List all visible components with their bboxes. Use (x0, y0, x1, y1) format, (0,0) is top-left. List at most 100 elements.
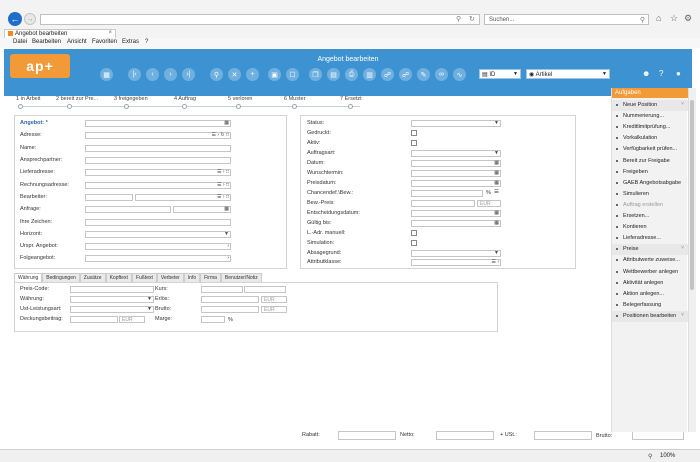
auftragsart-select[interactable]: ▼ (411, 150, 501, 157)
grid-view-button[interactable]: ▦ (100, 68, 113, 81)
simulation-checkbox[interactable] (411, 240, 417, 246)
document-button[interactable]: ▤ (327, 68, 340, 81)
grid-icon[interactable]: ▦ (224, 120, 229, 126)
folgeangebot-field[interactable]: › (85, 255, 231, 262)
attachments-button[interactable]: ☍ (399, 68, 412, 81)
chancendef-field[interactable] (411, 190, 483, 197)
anfrage-field[interactable] (85, 206, 171, 213)
tab-verbeter[interactable]: Verbeter (156, 273, 184, 282)
angebot-field[interactable]: ▦ (85, 120, 231, 127)
zoom-level[interactable]: 100% (660, 453, 675, 459)
search-icon[interactable]: ⚲ (640, 16, 645, 24)
sidebar-item[interactable]: GAEB Angebotsabgabe (612, 178, 688, 189)
next-record-button[interactable]: › (164, 68, 177, 81)
horizont-select[interactable]: ▼ (85, 231, 231, 238)
calendar-icon[interactable]: ▦ (494, 160, 499, 166)
print-button[interactable]: ⎙ (345, 68, 358, 81)
bearbeiter-field[interactable] (85, 194, 133, 201)
copy-button[interactable]: ❐ (309, 68, 322, 81)
menu-extras[interactable]: Extras (122, 39, 139, 45)
tab-bedingungen[interactable]: Bedingungen (42, 273, 80, 282)
calendar-icon[interactable]: ▦ (494, 170, 499, 176)
sidebar-item[interactable]: Belegerfassung (612, 300, 688, 311)
preisdatum-field[interactable]: ▦ (411, 180, 501, 187)
calendar-icon[interactable]: ▦ (494, 220, 499, 226)
back-button[interactable]: ← (8, 12, 22, 26)
entscheidungsdatum-field[interactable]: ▦ (411, 210, 501, 217)
attributklasse-field[interactable]: ☰ › (411, 259, 501, 266)
tab-zusaetze[interactable]: Zusätze (79, 273, 106, 282)
step-dot[interactable] (18, 104, 23, 109)
sidebar-item[interactable]: Freigeben (612, 167, 688, 178)
sidebar-item[interactable]: Bereit zur Freigabe (612, 156, 688, 167)
search-input[interactable]: Suchen... ⚲ (484, 14, 649, 25)
menu-datei[interactable]: Datei (13, 39, 27, 45)
first-record-button[interactable]: |‹ (128, 68, 141, 81)
sidebar-item[interactable]: Aktivität anlegen (612, 278, 688, 289)
scrollbar-thumb[interactable] (690, 100, 694, 290)
zoom-icon[interactable]: ⚲ (648, 453, 652, 460)
sidebar-item[interactable]: Kreditlimitprüfung... (612, 122, 688, 133)
preis-code-field[interactable] (70, 286, 154, 293)
notes-button[interactable]: ✎ (417, 68, 430, 81)
deckungsbeitrag-field[interactable] (70, 316, 118, 323)
sidebar-item[interactable]: Positionen bearbeiten ˅ (612, 310, 688, 322)
settings-gear-icon[interactable]: ⚙ (684, 13, 692, 24)
add-button[interactable]: + (246, 68, 259, 81)
ust-leistungsart-select[interactable]: ▼ (70, 306, 154, 313)
list-icon[interactable]: ☰ › (491, 259, 499, 265)
chevron-right-icon[interactable]: › (227, 255, 229, 261)
menu-help[interactable]: ? (145, 39, 148, 45)
waehrung-select[interactable]: ▼ (70, 296, 154, 303)
sidebar-item[interactable]: Neue Position ˅ (612, 100, 688, 111)
tab-waehrung[interactable]: Währung (14, 273, 43, 282)
user-icon[interactable]: ☻ (642, 69, 650, 78)
search-icon[interactable]: ⚲ (456, 15, 461, 23)
refresh-icon[interactable]: ↻ (469, 15, 475, 23)
delete-button[interactable]: ☐ (286, 68, 299, 81)
tab-kopftext[interactable]: Kopftext (105, 273, 132, 282)
rss-button[interactable]: ∿ (453, 68, 466, 81)
step-dot[interactable] (348, 104, 353, 109)
urspr-angebot-field[interactable]: › (85, 243, 231, 250)
browser-tab[interactable]: Angebot bearbeiten × (4, 29, 116, 38)
gedruckt-checkbox[interactable] (411, 130, 417, 136)
artikel-select[interactable]: ◉ Artikel ▼ (526, 69, 610, 79)
bearbeiter-name-field[interactable]: ☰ › □ (135, 194, 231, 201)
erloes-field[interactable] (201, 296, 259, 303)
sidebar-item[interactable]: Preise ˅ (612, 244, 688, 256)
tab-fusstext[interactable]: Fußtext (131, 273, 157, 282)
help-icon[interactable]: ? (659, 69, 663, 78)
step-dot[interactable] (124, 104, 129, 109)
previous-record-button[interactable]: ‹ (146, 68, 159, 81)
calendar-icon[interactable]: ▦ (224, 206, 229, 212)
gueltig-bis-field[interactable]: ▦ (411, 220, 501, 227)
list-icon[interactable]: ☰ (494, 189, 499, 195)
address-bar[interactable]: ⚲ ↻ (40, 14, 480, 25)
save-button[interactable]: ▣ (268, 68, 281, 81)
marge-field[interactable] (201, 316, 225, 323)
adresse-field[interactable]: ☰ › ↻ □ (85, 132, 231, 139)
datum-field[interactable]: ▦ (411, 160, 501, 167)
aktiv-checkbox[interactable] (411, 140, 417, 146)
sidebar-item[interactable]: Simulieren (612, 189, 688, 200)
collapse-icon[interactable]: ˅ (681, 245, 684, 251)
collapse-icon[interactable]: ˅ (681, 101, 684, 107)
netto-field[interactable] (436, 431, 494, 440)
last-record-button[interactable]: ›| (182, 68, 195, 81)
chevron-right-icon[interactable]: › (227, 243, 229, 249)
search-button[interactable]: ⚲ (210, 68, 223, 81)
ansprechpartner-field[interactable] (85, 157, 231, 164)
menu-ansicht[interactable]: Ansicht (67, 39, 87, 45)
tab-info[interactable]: Info (183, 273, 201, 282)
sidebar-item[interactable]: Wettbewerber anlegen (612, 267, 688, 278)
name-field[interactable] (85, 145, 231, 152)
list-icon[interactable]: ☰ › □ (217, 194, 229, 200)
list-icon[interactable]: ☰ › □ (217, 169, 229, 175)
step-dot[interactable] (292, 104, 297, 109)
ihre-zeichen-field[interactable] (85, 219, 231, 226)
calendar-icon[interactable]: ▦ (494, 180, 499, 186)
favorites-star-icon[interactable]: ☆ (670, 13, 678, 24)
id-select[interactable]: ▤ ID ▼ (479, 69, 521, 79)
tab-firma[interactable]: Firma (200, 273, 221, 282)
